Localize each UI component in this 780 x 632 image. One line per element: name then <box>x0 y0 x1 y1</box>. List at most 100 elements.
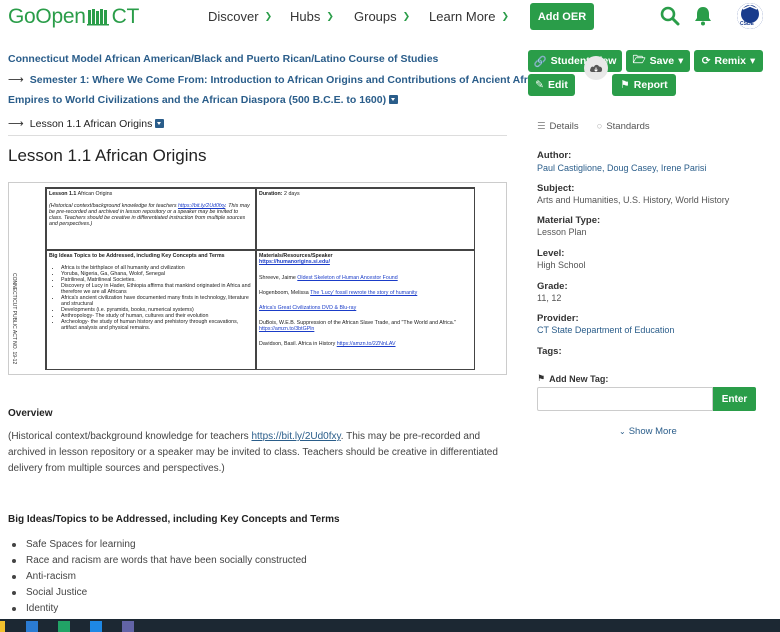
word-icon[interactable] <box>26 621 38 632</box>
avatar[interactable]: CSDE <box>737 3 763 29</box>
preview-material-text: Hogenboom, Melissa <box>259 290 311 296</box>
tag-icon: ⚑ <box>537 373 546 383</box>
show-more-label: Show More <box>628 426 677 437</box>
link-icon: 🔗 <box>533 55 547 68</box>
chevron-down-icon: ❯ <box>501 11 510 21</box>
bell-icon[interactable] <box>694 6 712 29</box>
arrow-right-icon: ⟶ <box>8 74 24 86</box>
add-oer-button[interactable]: Add OER <box>530 3 594 30</box>
remix-icon: ⟳ <box>701 55 711 67</box>
preview-cell-duration: Duration: 2 days <box>256 188 475 250</box>
excel-icon[interactable] <box>58 621 70 632</box>
tab-label: Standards <box>606 121 650 132</box>
page-title: Lesson 1.1 African Origins <box>8 146 207 165</box>
chevron-down-icon: ❯ <box>402 11 411 21</box>
breadcrumb-semester-label-2: Empires to World Civilizations and the A… <box>8 94 387 106</box>
preview-material-link: https://amzn.to/2ZNnLAV <box>336 341 396 347</box>
preview-bullet: Discovery of Lucy in Hader, Ethiopia aff… <box>61 283 253 295</box>
list-item: Identity <box>12 601 307 617</box>
flag-icon: ⚑ <box>620 79 630 91</box>
preview-materials-link: https://humanorigins.si.edu/ <box>259 259 330 265</box>
breadcrumb-course[interactable]: Connecticut Model African American/Black… <box>8 53 438 65</box>
nav-learn-more[interactable]: Learn More ❯ <box>429 9 509 24</box>
overview-heading: Overview <box>8 408 53 419</box>
tag-input[interactable] <box>537 387 713 411</box>
chevron-down-icon: ❯ <box>326 11 334 21</box>
overview-text: (Historical context/background knowledge… <box>8 429 507 477</box>
add-tag-text: Add New Tag: <box>549 373 609 384</box>
material-type-value: Lesson Plan <box>537 227 587 237</box>
preview-big-ideas-head: Big Ideas Topics to be Addressed, includ… <box>49 253 225 259</box>
teams-icon[interactable] <box>122 621 134 632</box>
nav-hubs[interactable]: Hubs ❯ <box>290 9 334 24</box>
nav-label: Hubs <box>290 9 321 24</box>
add-tag-label: ⚑ Add New Tag: <box>537 373 608 384</box>
divider <box>8 135 507 136</box>
preview-material-link: Oldest Skeleton of Human Ancestor Found <box>297 275 398 281</box>
preview-material-link: Africa's Great Civilizations DVD & Blu-r… <box>259 305 357 311</box>
tab-details[interactable]: ☰ Details <box>537 121 579 132</box>
nav-discover[interactable]: Discover ❯ <box>208 9 272 24</box>
nav-label: Discover <box>208 9 259 24</box>
breadcrumb-lesson-label: Lesson 1.1 African Origins <box>29 118 153 130</box>
tab-standards[interactable]: ○ Standards <box>597 121 650 132</box>
taskbar <box>0 619 780 632</box>
cloud-download-icon[interactable] <box>584 56 608 80</box>
nav-groups[interactable]: Groups ❯ <box>354 9 410 24</box>
edit-button[interactable]: ✎ Edit <box>528 74 575 96</box>
breadcrumb-course-label: Connecticut Model African American/Black… <box>8 53 439 65</box>
caret-down-icon: ▾ <box>750 55 756 67</box>
preview-material-text: Shreeve, Jaime <box>259 275 298 281</box>
material-type-label: Material Type: <box>537 215 601 226</box>
logo-prefix: GoOpen <box>8 5 86 28</box>
subject-label: Subject: <box>537 183 575 194</box>
preview-cell-big-ideas: Big Ideas Topics to be Addressed, includ… <box>46 250 256 370</box>
folder-icon[interactable] <box>0 621 5 632</box>
preview-duration-label: Duration: <box>259 191 283 197</box>
chevron-down-icon: ❯ <box>264 11 273 21</box>
search-icon[interactable] <box>660 6 680 29</box>
preview-bullet: Archeology- the study of human history a… <box>61 319 253 331</box>
tab-label: Details <box>549 121 579 132</box>
book-icon <box>86 8 111 26</box>
tags-label: Tags: <box>537 346 562 357</box>
overview-link[interactable]: https://bit.ly/2Ud0fxy <box>251 431 340 442</box>
detail-tabs: ☰ Details ○ Standards <box>537 121 650 132</box>
level-value: High School <box>537 260 586 270</box>
grade-label: Grade: <box>537 281 568 292</box>
preview-material-link: https://amzn.to/3btGPln <box>259 326 315 332</box>
report-label: Report <box>633 79 668 91</box>
show-more-link[interactable]: ⌄ Show More <box>619 426 677 437</box>
folder-icon: 🗁 <box>632 54 646 66</box>
chevron-down-icon: ⌄ <box>619 427 626 436</box>
document-preview[interactable]: CONNECTICUT PUBLIC ACT NO. 19-12 Lesson … <box>8 182 507 375</box>
remix-button[interactable]: ⟳ Remix ▾ <box>694 50 763 72</box>
arrow-right-icon: ⟶ <box>8 118 24 130</box>
subject-value: Arts and Humanities, U.S. History, World… <box>537 195 730 205</box>
author-label: Author: <box>537 150 572 161</box>
breadcrumb-semester-cont[interactable]: Empires to World Civilizations and the A… <box>8 94 399 106</box>
save-button[interactable]: 🗁 Save ▾ <box>626 50 690 72</box>
breadcrumb-lesson[interactable]: ⟶ Lesson 1.1 African Origins <box>8 117 165 130</box>
circle-icon: ○ <box>596 121 603 132</box>
preview-lesson-title: African Origins <box>76 191 113 197</box>
goopen-logo[interactable]: GoOpen CT <box>8 5 139 29</box>
list-item: Anti-racism <box>12 569 307 585</box>
edit-label: Edit <box>547 79 568 91</box>
dropdown-toggle-icon[interactable] <box>155 119 165 128</box>
list-icon: ☰ <box>537 121 546 132</box>
dropdown-toggle-icon[interactable] <box>389 95 399 104</box>
provider-label: Provider: <box>537 313 579 324</box>
preview-cell-context: Lesson 1.1 African Origins (Historical c… <box>46 188 256 250</box>
list-item: Race and racism are words that have been… <box>12 553 307 569</box>
caret-down-icon: ▾ <box>678 55 684 67</box>
nav-label: Groups <box>354 9 397 24</box>
author-value[interactable]: Paul Castiglione, Doug Casey, Irene Pari… <box>537 163 706 173</box>
provider-value[interactable]: CT State Department of Education <box>537 325 674 335</box>
breadcrumb-semester[interactable]: ⟶ Semester 1: Where We Come From: Introdu… <box>8 73 549 86</box>
app-icon[interactable] <box>90 621 102 632</box>
enter-button[interactable]: Enter <box>713 387 756 411</box>
report-button[interactable]: ⚑ Report <box>612 74 676 96</box>
save-label: Save <box>649 55 675 67</box>
list-item: Safe Spaces for learning <box>12 537 307 553</box>
